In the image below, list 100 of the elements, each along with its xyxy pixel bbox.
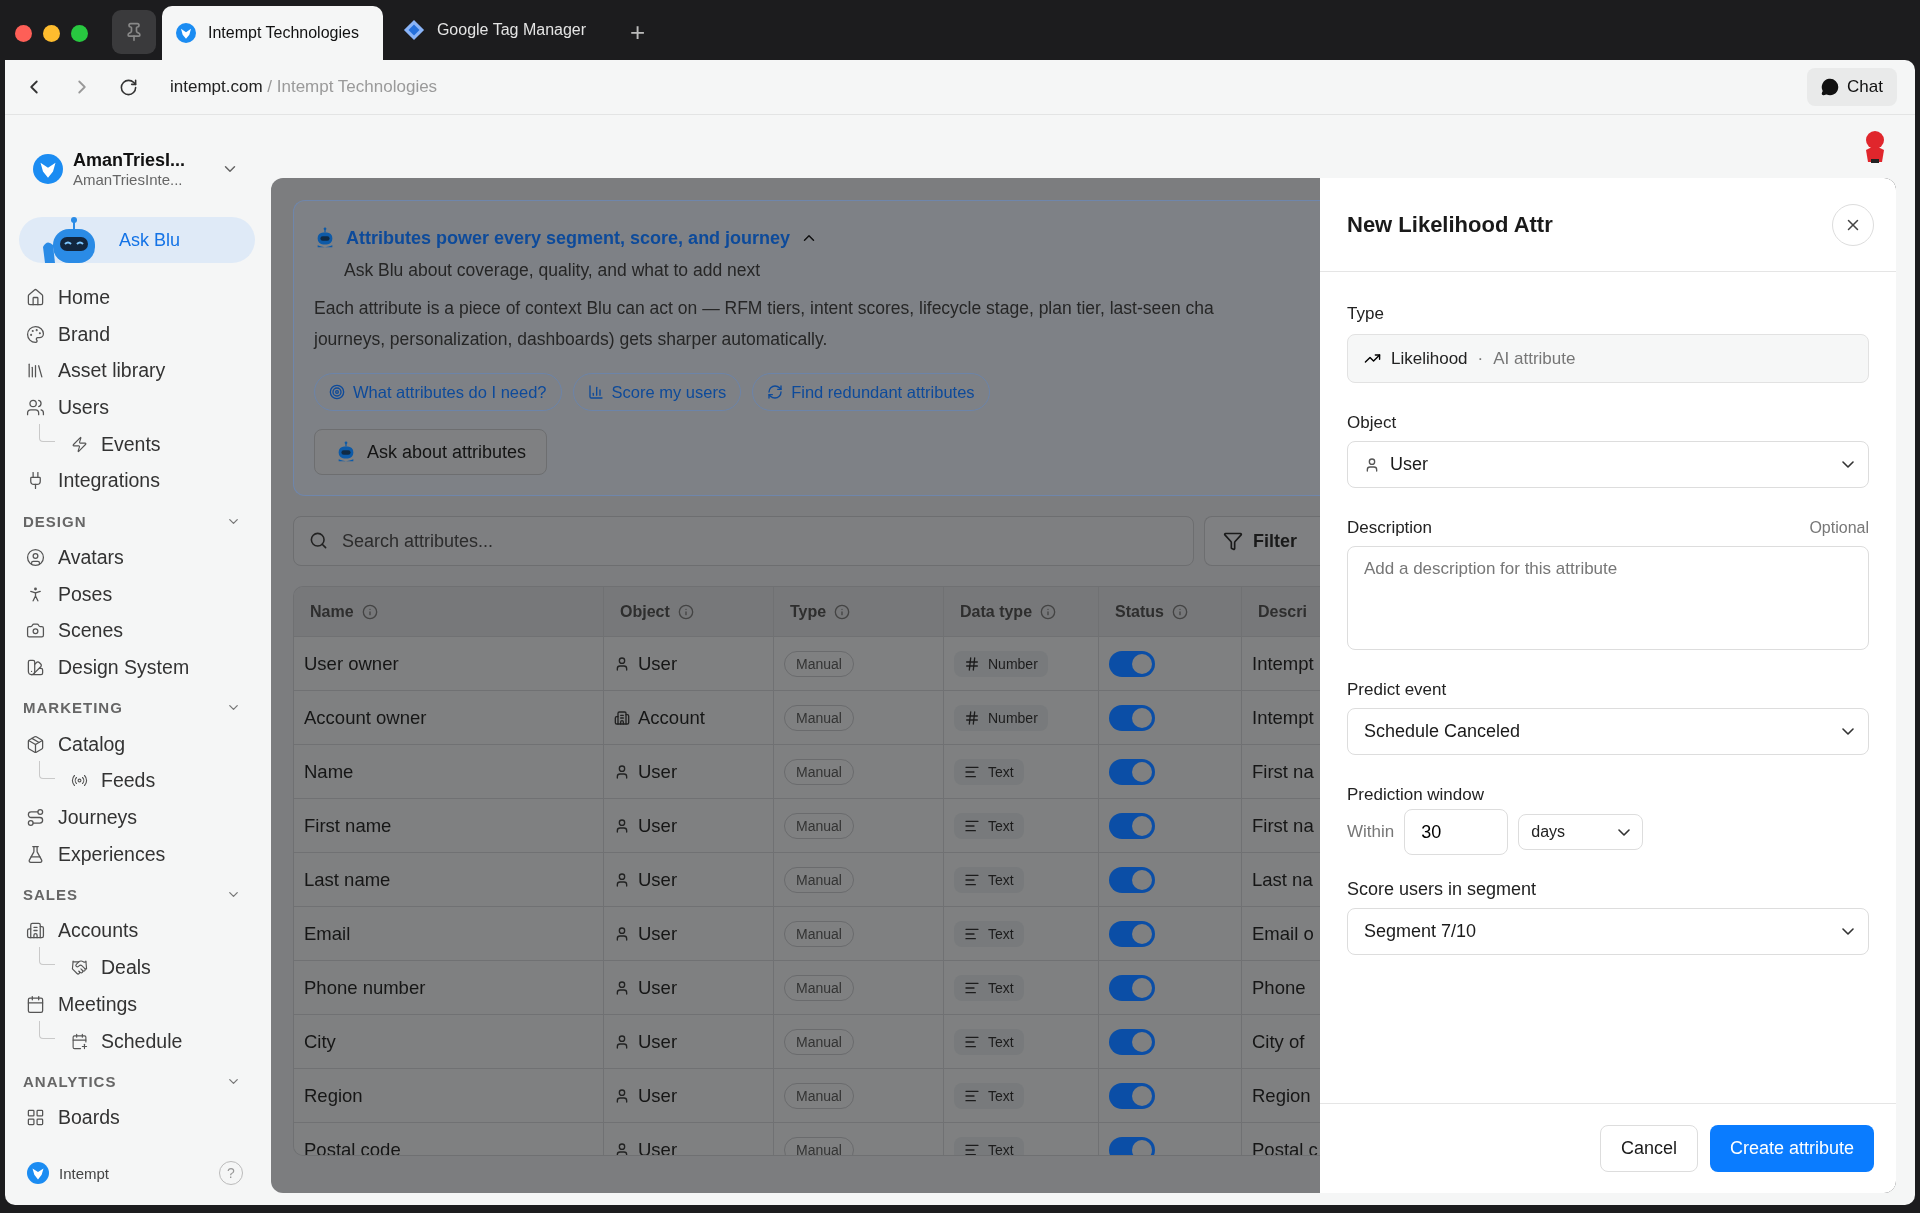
window-close-button[interactable] [15, 24, 32, 42]
section-header[interactable]: SALES [21, 876, 249, 913]
status-toggle[interactable] [1109, 1136, 1155, 1155]
create-button[interactable]: Create attribute [1709, 1125, 1874, 1172]
chat-icon [1821, 78, 1840, 96]
table-cell: Region [1252, 1084, 1311, 1107]
table-cell: User [638, 976, 678, 999]
window-zoom-button[interactable] [71, 24, 88, 42]
section-header[interactable]: DESIGN [21, 503, 249, 540]
nav-item[interactable]: Scenes [21, 612, 249, 650]
user-icon [614, 1033, 630, 1050]
data-type-tag: Text [954, 974, 1024, 1001]
nav-item[interactable]: Avatars [21, 539, 249, 576]
table-cell: Intempt [1252, 706, 1314, 729]
chat-button[interactable]: Chat [1807, 68, 1897, 106]
search-field[interactable]: Search attributes... [293, 516, 1194, 566]
close-button[interactable] [1832, 203, 1874, 246]
calendar-plus-icon [71, 1032, 88, 1050]
column-header: Object [604, 587, 774, 636]
nav-item[interactable]: Accounts [21, 912, 249, 950]
status-toggle[interactable] [1109, 974, 1155, 1001]
cancel-button[interactable]: Cancel [1599, 1125, 1698, 1172]
segment-select[interactable]: Segment 7/10 [1347, 908, 1869, 955]
field-label: Prediction window [1347, 785, 1484, 805]
workspace-switcher[interactable]: AmanTriesI... AmanTriesInte... [21, 145, 249, 193]
table-cell: User owner [304, 652, 399, 675]
data-type-tag: Number [954, 704, 1048, 731]
nav-item[interactable]: Experiences [21, 835, 249, 873]
nav-item[interactable]: Integrations [21, 462, 249, 500]
window-minimize-button[interactable] [43, 24, 60, 42]
diamond-logo-icon [402, 19, 425, 41]
table-cell: User [638, 1138, 678, 1155]
nav-item[interactable]: Asset library [21, 352, 249, 390]
unit-select[interactable]: days [1518, 814, 1644, 850]
table-cell: Name [304, 760, 354, 783]
status-toggle[interactable] [1109, 920, 1155, 947]
ask-blu-button[interactable]: Ask Blu [19, 217, 255, 263]
filter-button[interactable]: Filter [1204, 516, 1320, 566]
status-toggle[interactable] [1109, 866, 1155, 893]
status-toggle[interactable] [1109, 1082, 1155, 1109]
pin-button[interactable] [112, 10, 156, 54]
browser-tab[interactable]: Intempt Technologies [162, 6, 383, 60]
number-field[interactable]: 30 [1404, 809, 1509, 855]
event-select[interactable]: Schedule Canceled [1347, 708, 1869, 755]
nav-item[interactable]: Events [21, 425, 249, 463]
nav-item[interactable]: Brand [21, 315, 249, 353]
handshake-icon [71, 959, 88, 977]
separator: · [1477, 348, 1484, 369]
bar-chart-icon [587, 384, 604, 400]
users-icon [26, 397, 45, 417]
description-field[interactable]: Add a description for this attribute [1347, 546, 1869, 650]
section-header[interactable]: MARKETING [21, 689, 249, 726]
status-toggle[interactable] [1109, 812, 1155, 839]
optional-note: Optional [1809, 519, 1869, 537]
logo-icon [27, 1162, 49, 1184]
hash-icon [964, 709, 980, 726]
table-cell: First na [1252, 760, 1314, 783]
chevron-icon [1618, 828, 1631, 836]
new-tab-button[interactable]: + [630, 17, 646, 48]
type-value: Likelihood [1391, 348, 1468, 369]
browser-tab[interactable]: Google Tag Manager [388, 6, 611, 54]
nav-item[interactable]: Meetings [21, 986, 249, 1023]
nav-item[interactable]: Feeds [21, 762, 249, 800]
nav-item[interactable]: Users [21, 389, 249, 426]
column-header: Status [1099, 587, 1242, 636]
address-bar[interactable]: intempt.com / Intempt Technologies [170, 77, 1782, 97]
field-label: Score users in segment [1347, 879, 1537, 900]
nav-item[interactable]: Schedule [21, 1022, 249, 1060]
status-toggle[interactable] [1109, 650, 1155, 677]
ask-button[interactable]: Ask about attributes [314, 429, 548, 475]
section-title: MARKETING [23, 699, 123, 717]
nav-item[interactable]: Home [21, 279, 249, 316]
table-cell: Email [304, 922, 351, 945]
nav-item[interactable]: Design System [21, 649, 249, 686]
search-icon [309, 531, 328, 550]
object-select[interactable]: User [1347, 441, 1869, 488]
field-label: Predict event [1347, 680, 1447, 700]
chevron-icon [1842, 461, 1854, 468]
user-icon [614, 655, 630, 672]
user-icon [614, 925, 630, 942]
status-toggle[interactable] [1109, 758, 1155, 785]
nav-item[interactable]: Deals [21, 949, 249, 986]
status-toggle[interactable] [1109, 704, 1155, 731]
pin-icon [124, 22, 144, 42]
nav-item[interactable]: Poses [21, 575, 249, 613]
grid-icon [26, 1108, 45, 1128]
nav-item[interactable]: Journeys [21, 799, 249, 836]
table-cell: Email o [1252, 922, 1314, 945]
nav-item[interactable]: Boards [21, 1099, 249, 1137]
table-cell: User [638, 760, 678, 783]
status-toggle[interactable] [1109, 1028, 1155, 1055]
table-cell: User [638, 1030, 678, 1053]
table-cell: First name [304, 814, 392, 837]
reload-icon[interactable] [119, 77, 138, 97]
data-type-tag: Text [954, 1082, 1024, 1109]
route-icon [26, 808, 45, 828]
target-icon [329, 384, 345, 400]
data-type-tag: Text [954, 758, 1024, 785]
section-header[interactable]: ANALYTICS [21, 1063, 249, 1100]
nav-item[interactable]: Catalog [21, 725, 249, 763]
